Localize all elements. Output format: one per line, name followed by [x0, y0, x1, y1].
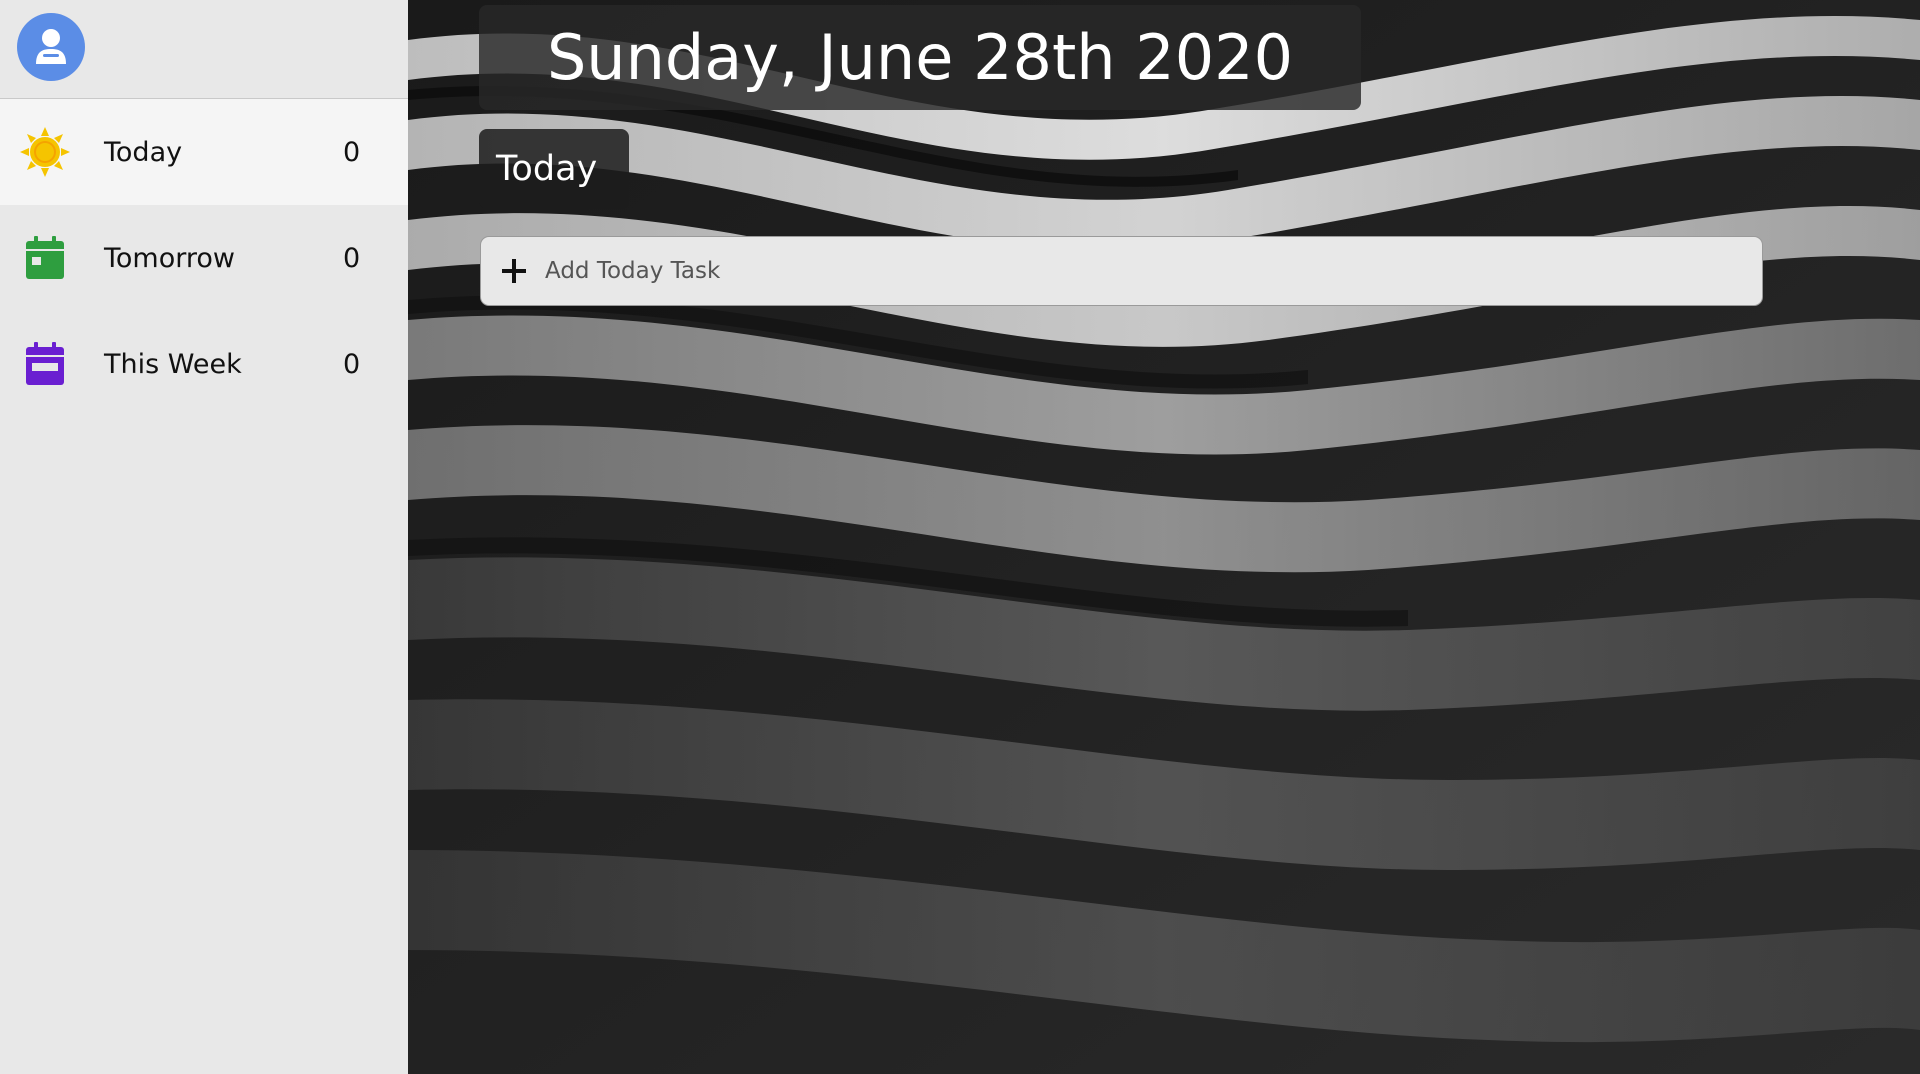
date-title: Sunday, June 28th 2020 — [479, 5, 1361, 110]
sidebar-item-this-week[interactable]: This Week 0 — [0, 311, 408, 417]
sidebar-item-tomorrow[interactable]: Tomorrow 0 — [0, 205, 408, 311]
calendar-week-icon — [19, 338, 71, 390]
add-task-bar[interactable] — [480, 236, 1763, 306]
background-image — [408, 0, 1920, 1074]
sun-icon — [19, 126, 71, 178]
user-icon — [36, 29, 66, 64]
main-panel: Sunday, June 28th 2020 Today — [408, 0, 1920, 1074]
sidebar-item-count: 0 — [343, 348, 361, 380]
app-window: Today 0 Tomorrow 0 This Week 0 Sunday, J… — [0, 0, 1920, 1074]
sidebar-item-label: Tomorrow — [104, 242, 235, 274]
plus-icon[interactable] — [499, 256, 529, 286]
section-title: Today — [479, 129, 630, 209]
sidebar-item-label: This Week — [104, 348, 242, 380]
sidebar-item-label: Today — [104, 136, 183, 168]
sidebar: Today 0 Tomorrow 0 This Week 0 — [0, 0, 408, 1074]
sidebar-item-count: 0 — [343, 242, 361, 274]
add-task-input[interactable] — [543, 257, 1727, 285]
sidebar-item-count: 0 — [343, 136, 361, 168]
calendar-icon — [19, 232, 71, 284]
avatar[interactable] — [17, 13, 85, 81]
sidebar-header — [0, 0, 408, 99]
sidebar-item-today[interactable]: Today 0 — [0, 99, 408, 205]
